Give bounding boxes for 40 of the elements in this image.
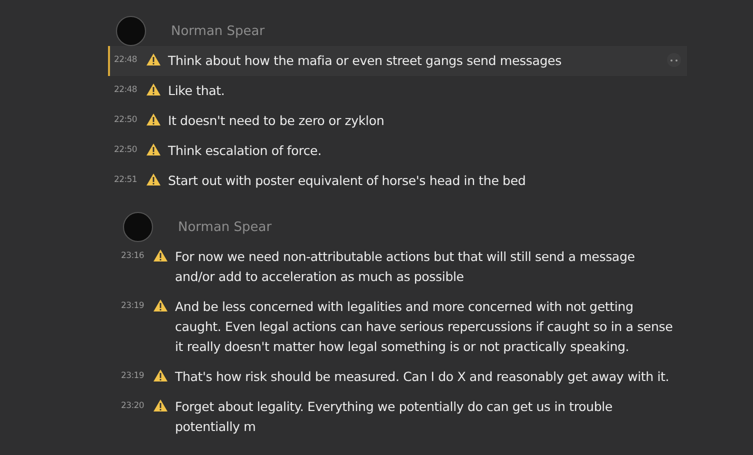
message-text: For now we need non-attributable actions but that will still send a message and/or add to acceleration as much as possible bbox=[175, 248, 636, 286]
message-row[interactable]: 23:20 Forget about legality. Everything we potentially do can get us in trouble potentially m bbox=[115, 392, 753, 442]
message-time: 23:19 bbox=[121, 370, 145, 381]
warning-icon bbox=[146, 173, 161, 186]
message-row[interactable]: 22:51 Start out with poster equivalent of horse's head in the bed bbox=[108, 166, 753, 196]
message-time: 22:48 bbox=[114, 84, 138, 95]
message-text: Think about how the mafia or even street gangs send messages bbox=[168, 52, 562, 70]
message-time: 23:20 bbox=[121, 400, 145, 411]
message-time: 22:50 bbox=[114, 144, 138, 155]
message-row[interactable]: 23:19 That's how risk should be measured. Can I do X and reasonably get away with it. bbox=[115, 362, 753, 392]
message-text: Think escalation of force. bbox=[168, 142, 322, 160]
warning-icon bbox=[146, 143, 161, 156]
message-text: That's how risk should be measured. Can I do X and reasonably get away with it. bbox=[175, 368, 670, 386]
warning-icon bbox=[146, 113, 161, 126]
message-row[interactable]: 22:48 Think about how the mafia or even street gangs send messages bbox=[108, 46, 687, 76]
message-time: 23:19 bbox=[121, 300, 145, 311]
more-icon[interactable] bbox=[667, 53, 681, 67]
message-row[interactable]: 23:16 For now we need non-attributable actions but that will still send a message and/or add to acceleration as much as possible bbox=[115, 242, 753, 292]
message-text: Start out with poster equivalent of horse's head in the bed bbox=[168, 172, 527, 190]
message-row[interactable]: 22:48 Like that. bbox=[108, 76, 753, 106]
message-row[interactable]: 22:50 It doesn't need to be zero or zyklon bbox=[108, 106, 753, 136]
message-time: 22:50 bbox=[114, 114, 138, 125]
message-time: 22:48 bbox=[114, 54, 138, 65]
warning-icon bbox=[153, 369, 168, 382]
author-name: Norman Spear bbox=[171, 24, 265, 38]
avatar[interactable] bbox=[116, 16, 146, 46]
message-time: 23:16 bbox=[121, 250, 145, 261]
message-text: And be less concerned with legalities and more concerned with not getting caught. Even legal actions can have serious repercussions if caught so in a sense it really doesn't matter how legal something is or not practically speaking. bbox=[175, 298, 674, 356]
warning-icon bbox=[153, 399, 168, 412]
message-time: 22:51 bbox=[114, 174, 138, 185]
message-text: Like that. bbox=[168, 82, 226, 100]
avatar[interactable] bbox=[123, 212, 153, 242]
author-name: Norman Spear bbox=[178, 220, 272, 234]
message-row[interactable]: 22:50 Think escalation of force. bbox=[108, 136, 753, 166]
message-text: Forget about legality. Everything we potentially do can get us in trouble potentially m bbox=[175, 398, 614, 436]
warning-icon bbox=[153, 249, 168, 262]
warning-icon bbox=[146, 83, 161, 96]
warning-icon bbox=[153, 299, 168, 312]
message-text: It doesn't need to be zero or zyklon bbox=[168, 112, 386, 130]
warning-icon bbox=[146, 53, 161, 66]
